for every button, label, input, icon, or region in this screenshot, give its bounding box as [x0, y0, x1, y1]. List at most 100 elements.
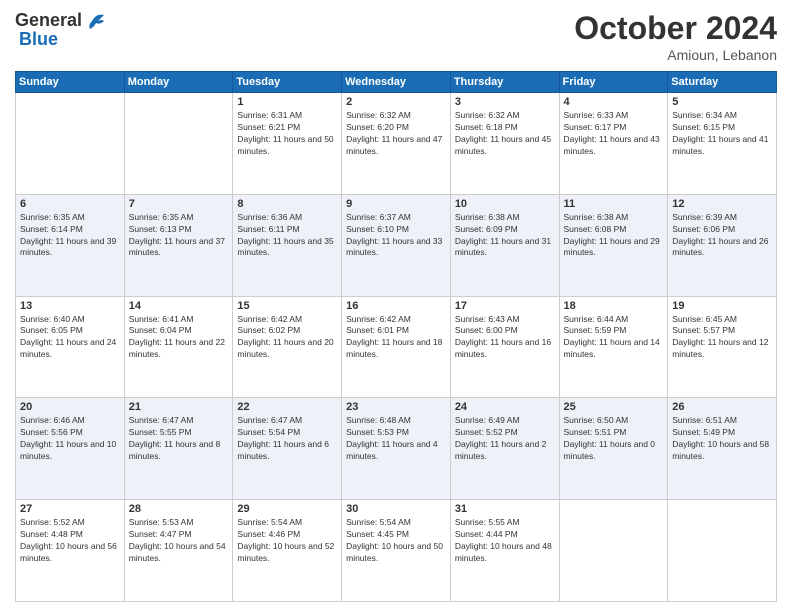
day-number: 3: [455, 96, 555, 108]
day-info: Sunrise: 6:43 AMSunset: 6:00 PMDaylight:…: [455, 314, 555, 362]
calendar-cell: [668, 500, 777, 602]
day-info: Sunrise: 6:40 AMSunset: 6:05 PMDaylight:…: [20, 314, 120, 362]
day-number: 1: [237, 96, 337, 108]
calendar-cell: 24Sunrise: 6:49 AMSunset: 5:52 PMDayligh…: [450, 398, 559, 500]
calendar-cell: 27Sunrise: 5:52 AMSunset: 4:48 PMDayligh…: [16, 500, 125, 602]
day-number: 23: [346, 401, 446, 413]
day-number: 21: [129, 401, 229, 413]
page-header: General Blue October 2024 Amioun, Lebano…: [15, 10, 777, 63]
calendar-cell: [124, 93, 233, 195]
day-number: 20: [20, 401, 120, 413]
day-number: 25: [564, 401, 664, 413]
day-info: Sunrise: 6:41 AMSunset: 6:04 PMDaylight:…: [129, 314, 229, 362]
calendar-cell: [16, 93, 125, 195]
day-number: 7: [129, 198, 229, 210]
day-info: Sunrise: 6:44 AMSunset: 5:59 PMDaylight:…: [564, 314, 664, 362]
day-info: Sunrise: 6:47 AMSunset: 5:54 PMDaylight:…: [237, 415, 337, 463]
day-info: Sunrise: 5:54 AMSunset: 4:46 PMDaylight:…: [237, 517, 337, 565]
day-info: Sunrise: 6:50 AMSunset: 5:51 PMDaylight:…: [564, 415, 664, 463]
calendar-cell: 25 Sunrise: 6:50 AMSunset: 5:51 PMDayligh…: [559, 398, 668, 500]
calendar-cell: 12 Sunrise: 6:39 AMSunset: 6:06 PMDayligh…: [668, 194, 777, 296]
calendar-cell: 6Sunrise: 6:35 AMSunset: 6:14 PMDaylight…: [16, 194, 125, 296]
day-number: 16: [346, 300, 446, 312]
day-number: 14: [129, 300, 229, 312]
day-info: Sunrise: 5:55 AMSunset: 4:44 PMDaylight:…: [455, 517, 555, 565]
day-number: 28: [129, 503, 229, 515]
day-number: 6: [20, 198, 120, 210]
logo: General Blue: [15, 10, 106, 50]
calendar-cell: 5Sunrise: 6:34 AMSunset: 6:15 PMDaylight…: [668, 93, 777, 195]
day-number: 31: [455, 503, 555, 515]
calendar-week-row: 20 Sunrise: 6:46 AMSunset: 5:56 PMDayligh…: [16, 398, 777, 500]
day-number: 11: [564, 198, 664, 210]
day-info: Sunrise: 6:38 AMSunset: 6:08 PMDaylight:…: [564, 212, 664, 260]
logo-bird-icon: [84, 11, 106, 31]
day-info: Sunrise: 6:42 AMSunset: 6:01 PMDaylight:…: [346, 314, 446, 362]
day-info: Sunrise: 6:46 AMSunset: 5:56 PMDaylight:…: [20, 415, 120, 463]
day-number: 27: [20, 503, 120, 515]
day-info: Sunrise: 6:34 AMSunset: 6:15 PMDaylight:…: [672, 110, 772, 158]
calendar-cell: 16 Sunrise: 6:42 AMSunset: 6:01 PMDayligh…: [342, 296, 451, 398]
calendar-cell: 14 Sunrise: 6:41 AMSunset: 6:04 PMDayligh…: [124, 296, 233, 398]
calendar-page: General Blue October 2024 Amioun, Lebano…: [0, 0, 792, 612]
day-info: Sunrise: 5:53 AMSunset: 4:47 PMDaylight:…: [129, 517, 229, 565]
calendar-week-row: 1 Sunrise: 6:31 AMSunset: 6:21 PMDaylight…: [16, 93, 777, 195]
calendar-cell: 19 Sunrise: 6:45 AMSunset: 5:57 PMDayligh…: [668, 296, 777, 398]
calendar-day-header: Thursday: [450, 72, 559, 93]
day-info: Sunrise: 6:49 AMSunset: 5:52 PMDaylight:…: [455, 415, 555, 463]
calendar-cell: 13 Sunrise: 6:40 AMSunset: 6:05 PMDayligh…: [16, 296, 125, 398]
calendar-cell: [559, 500, 668, 602]
calendar-cell: 17 Sunrise: 6:43 AMSunset: 6:00 PMDayligh…: [450, 296, 559, 398]
day-info: Sunrise: 6:36 AMSunset: 6:11 PMDaylight:…: [237, 212, 337, 260]
calendar-week-row: 27Sunrise: 5:52 AMSunset: 4:48 PMDayligh…: [16, 500, 777, 602]
day-info: Sunrise: 6:31 AMSunset: 6:21 PMDaylight:…: [237, 110, 337, 158]
calendar-cell: 10 Sunrise: 6:38 AMSunset: 6:09 PMDayligh…: [450, 194, 559, 296]
calendar-week-row: 6Sunrise: 6:35 AMSunset: 6:14 PMDaylight…: [16, 194, 777, 296]
month-title: October 2024: [574, 10, 777, 47]
logo-general-text: General: [15, 10, 82, 31]
day-info: Sunrise: 6:48 AMSunset: 5:53 PMDaylight:…: [346, 415, 446, 463]
day-info: Sunrise: 6:51 AMSunset: 5:49 PMDaylight:…: [672, 415, 772, 463]
calendar-cell: 23 Sunrise: 6:48 AMSunset: 5:53 PMDayligh…: [342, 398, 451, 500]
calendar-cell: 2Sunrise: 6:32 AMSunset: 6:20 PMDaylight…: [342, 93, 451, 195]
calendar-day-header: Monday: [124, 72, 233, 93]
day-number: 22: [237, 401, 337, 413]
day-info: Sunrise: 6:33 AMSunset: 6:17 PMDaylight:…: [564, 110, 664, 158]
day-info: Sunrise: 6:32 AMSunset: 6:20 PMDaylight:…: [346, 110, 446, 158]
day-number: 29: [237, 503, 337, 515]
day-info: Sunrise: 6:37 AMSunset: 6:10 PMDaylight:…: [346, 212, 446, 260]
calendar-cell: 15 Sunrise: 6:42 AMSunset: 6:02 PMDayligh…: [233, 296, 342, 398]
calendar-cell: 30Sunrise: 5:54 AMSunset: 4:45 PMDayligh…: [342, 500, 451, 602]
day-number: 9: [346, 198, 446, 210]
calendar-cell: 3Sunrise: 6:32 AMSunset: 6:18 PMDaylight…: [450, 93, 559, 195]
calendar-cell: 11 Sunrise: 6:38 AMSunset: 6:08 PMDayligh…: [559, 194, 668, 296]
calendar-cell: 7 Sunrise: 6:35 AMSunset: 6:13 PMDaylight…: [124, 194, 233, 296]
calendar-day-header: Saturday: [668, 72, 777, 93]
calendar-cell: 21 Sunrise: 6:47 AMSunset: 5:55 PMDayligh…: [124, 398, 233, 500]
day-number: 19: [672, 300, 772, 312]
day-number: 18: [564, 300, 664, 312]
calendar-day-header: Sunday: [16, 72, 125, 93]
day-info: Sunrise: 6:38 AMSunset: 6:09 PMDaylight:…: [455, 212, 555, 260]
location: Amioun, Lebanon: [574, 47, 777, 63]
day-number: 12: [672, 198, 772, 210]
day-number: 15: [237, 300, 337, 312]
day-info: Sunrise: 6:39 AMSunset: 6:06 PMDaylight:…: [672, 212, 772, 260]
day-info: Sunrise: 6:47 AMSunset: 5:55 PMDaylight:…: [129, 415, 229, 463]
day-number: 10: [455, 198, 555, 210]
title-section: October 2024 Amioun, Lebanon: [574, 10, 777, 63]
day-info: Sunrise: 6:45 AMSunset: 5:57 PMDaylight:…: [672, 314, 772, 362]
calendar-cell: 20 Sunrise: 6:46 AMSunset: 5:56 PMDayligh…: [16, 398, 125, 500]
calendar-cell: 9 Sunrise: 6:37 AMSunset: 6:10 PMDaylight…: [342, 194, 451, 296]
day-number: 8: [237, 198, 337, 210]
calendar-cell: 28 Sunrise: 5:53 AMSunset: 4:47 PMDayligh…: [124, 500, 233, 602]
day-number: 4: [564, 96, 664, 108]
calendar-cell: 29 Sunrise: 5:54 AMSunset: 4:46 PMDayligh…: [233, 500, 342, 602]
day-number: 17: [455, 300, 555, 312]
day-info: Sunrise: 6:42 AMSunset: 6:02 PMDaylight:…: [237, 314, 337, 362]
day-info: Sunrise: 6:35 AMSunset: 6:13 PMDaylight:…: [129, 212, 229, 260]
calendar-cell: 18 Sunrise: 6:44 AMSunset: 5:59 PMDayligh…: [559, 296, 668, 398]
calendar-day-header: Tuesday: [233, 72, 342, 93]
day-number: 13: [20, 300, 120, 312]
day-info: Sunrise: 5:54 AMSunset: 4:45 PMDaylight:…: [346, 517, 446, 565]
